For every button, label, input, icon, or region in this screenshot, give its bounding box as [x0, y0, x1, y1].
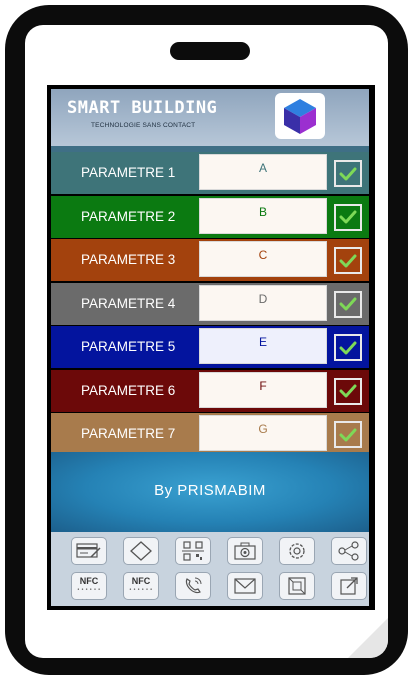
nfc-write-dots: • • • • • •	[129, 587, 153, 593]
qr-code-icon	[182, 541, 204, 561]
parameter-value-field[interactable]: C	[199, 241, 327, 277]
parameter-value-field[interactable]: B	[199, 197, 327, 234]
parameter-row: PARAMETRE 6 F	[51, 369, 369, 412]
parameter-row: PARAMETRE 4 D	[51, 282, 369, 325]
app-title: SMART BUILDING	[67, 98, 218, 118]
parameter-row: PARAMETRE 1 A	[51, 152, 369, 194]
mail-icon	[234, 578, 256, 594]
parameter-checkbox[interactable]	[334, 377, 362, 405]
parameter-checkbox[interactable]	[334, 290, 362, 318]
nfc-read-dots: • • • • • •	[77, 587, 101, 593]
speaker-slot	[170, 42, 250, 60]
app-subtitle: TECHNOLOGIE SANS CONTACT	[91, 122, 196, 129]
parameter-value-field[interactable]: D	[199, 284, 327, 321]
parameter-checkbox[interactable]	[334, 334, 362, 361]
parameter-value-field[interactable]: F	[199, 371, 327, 408]
phone-call-icon	[185, 577, 202, 594]
checkmark-icon	[339, 167, 357, 180]
parameter-label: PARAMETRE 2	[81, 208, 176, 224]
checkmark-icon	[339, 297, 357, 311]
app-header: SMART BUILDING TECHNOLOGIE SANS CONTACT	[51, 89, 369, 146]
nfc-write-label: NFC	[131, 576, 151, 586]
app-screen: SMART BUILDING TECHNOLOGIE SANS CONTACT …	[47, 85, 375, 610]
checkmark-icon	[339, 428, 357, 441]
share-button[interactable]	[331, 537, 367, 565]
parameter-row: PARAMETRE 2 B	[51, 195, 369, 238]
checkmark-icon	[339, 384, 357, 398]
parameter-checkbox[interactable]	[334, 203, 362, 231]
phone-call-button[interactable]	[175, 572, 211, 600]
camera-icon	[234, 542, 256, 560]
box-3d-icon	[288, 577, 306, 595]
footer-text: By PRISMABIM	[154, 482, 266, 499]
parameter-checkbox[interactable]	[334, 421, 362, 448]
checkmark-icon	[339, 254, 357, 267]
toolbar: NFC • • • • • • NFC • • • • • •	[51, 532, 369, 606]
checkmark-icon	[339, 341, 357, 354]
parameter-value-field[interactable]: E	[199, 328, 327, 364]
qr-code-button[interactable]	[175, 537, 211, 565]
settings-button[interactable]	[279, 537, 315, 565]
cube-icon	[284, 99, 316, 134]
eraser-icon	[130, 541, 152, 561]
card-edit-button[interactable]	[71, 537, 107, 565]
nfc-read-label: NFC	[79, 576, 99, 586]
parameter-row: PARAMETRE 3 C	[51, 239, 369, 281]
parameter-label: PARAMETRE 6	[81, 382, 176, 398]
nfc-read-button[interactable]: NFC • • • • • •	[71, 572, 107, 600]
parameter-row: PARAMETRE 7 G	[51, 413, 369, 455]
checkmark-icon	[339, 210, 357, 224]
nfc-write-button[interactable]: NFC • • • • • •	[123, 572, 159, 600]
box-3d-button[interactable]	[279, 572, 315, 600]
parameter-value-field[interactable]: A	[199, 154, 327, 190]
export-icon	[340, 577, 358, 595]
mail-button[interactable]	[227, 572, 263, 600]
parameter-row: PARAMETRE 5 E	[51, 326, 369, 368]
eraser-button[interactable]	[123, 537, 159, 565]
parameter-value-field[interactable]: G	[199, 415, 327, 451]
export-button[interactable]	[331, 572, 367, 600]
footer-banner: By PRISMABIM	[51, 452, 369, 532]
parameter-checkbox[interactable]	[334, 247, 362, 274]
settings-icon	[289, 543, 305, 559]
parameter-label: PARAMETRE 4	[81, 295, 176, 311]
parameter-checkbox[interactable]	[334, 160, 362, 187]
parameter-label: PARAMETRE 1	[81, 165, 176, 180]
share-icon	[338, 541, 359, 561]
parameter-label: PARAMETRE 5	[81, 339, 176, 354]
camera-button[interactable]	[227, 537, 263, 565]
app-logo[interactable]	[275, 93, 325, 139]
card-edit-icon	[76, 543, 101, 558]
parameter-label: PARAMETRE 3	[81, 252, 176, 267]
parameter-label: PARAMETRE 7	[81, 426, 176, 441]
